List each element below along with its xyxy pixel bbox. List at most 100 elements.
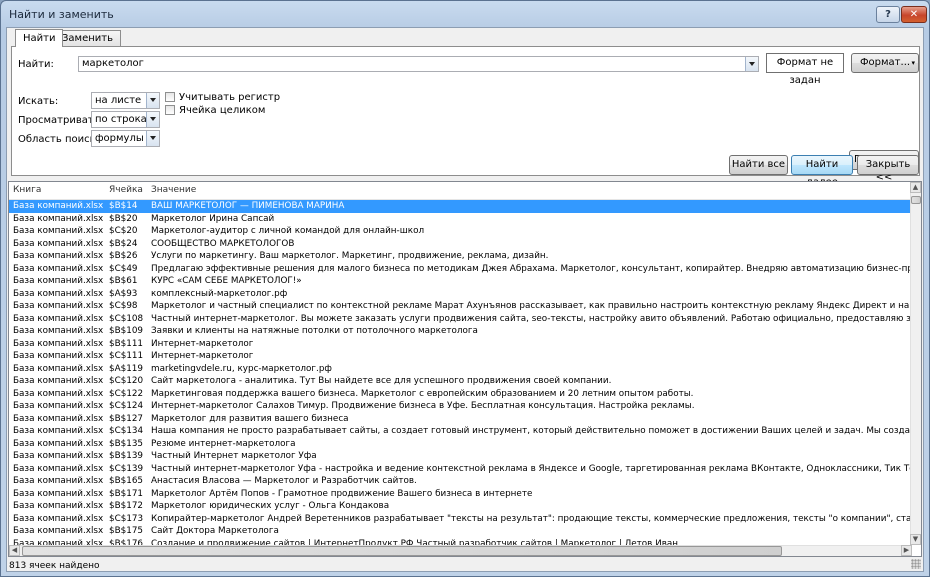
results-rows: База компаний.xlsx $B$14 ВАШ МАРКЕТОЛОГ — … bbox=[9, 200, 912, 545]
table-row[interactable]: База компаний.xlsx $C$173 Копирайтер-марке… bbox=[9, 513, 912, 526]
table-row[interactable]: База компаний.xlsx $B$172 Маркетолог юриди… bbox=[9, 500, 912, 513]
table-row[interactable]: База компаний.xlsx $C$124 Интернет-маркето… bbox=[9, 400, 912, 413]
format-button[interactable]: Формат... ▾ bbox=[851, 53, 919, 73]
chevron-down-icon[interactable] bbox=[146, 93, 159, 108]
row-book: База компаний.xlsx bbox=[13, 538, 104, 546]
row-value: Сайт Доктора Маркетолога bbox=[151, 526, 279, 536]
status-text: 813 ячеек найдено bbox=[9, 561, 100, 571]
row-book: База компаний.xlsx bbox=[13, 426, 104, 436]
row-book: База компаний.xlsx bbox=[13, 213, 104, 224]
row-book: База компаний.xlsx bbox=[13, 363, 104, 374]
row-value: Частный интернет-маркетолог Уфа - настро… bbox=[151, 463, 912, 474]
look-in-value: формулы bbox=[95, 133, 144, 144]
resize-grip-icon[interactable] bbox=[911, 559, 921, 569]
table-row[interactable]: База компаний.xlsx $C$120 Сайт маркетолога… bbox=[9, 375, 912, 388]
row-book: База компаний.xlsx bbox=[13, 276, 104, 286]
row-value: Заявки и клиенты на натяжные потолки от … bbox=[151, 326, 478, 336]
find-what-value: маркетолог bbox=[82, 58, 144, 69]
close-button[interactable]: Закрыть bbox=[857, 155, 919, 175]
table-row[interactable]: База компаний.xlsx $C$98 Маркетолог и част… bbox=[9, 300, 912, 313]
row-book: База компаний.xlsx bbox=[13, 488, 104, 499]
row-value: Услуги по маркетингу. Ваш маркетолог. Ма… bbox=[151, 251, 549, 261]
row-cell: $B$111 bbox=[109, 338, 144, 349]
row-book: База компаний.xlsx bbox=[13, 238, 104, 249]
row-value: Маркетолог-аудитор с личной командой для… bbox=[151, 226, 425, 236]
row-value: Частный интернет-маркетолог. Вы можете з… bbox=[151, 313, 912, 324]
column-header-value[interactable]: Значение bbox=[151, 185, 196, 195]
table-row[interactable]: База компаний.xlsx $B$127 Маркетолог для р… bbox=[9, 413, 912, 426]
results-list[interactable]: Книга Ячейка Значение База компаний.xlsx… bbox=[8, 181, 922, 557]
column-header-cell[interactable]: Ячейка bbox=[109, 185, 143, 195]
row-book: База компаний.xlsx bbox=[13, 301, 104, 311]
vertical-scrollbar[interactable]: ▲ ▼ bbox=[910, 182, 921, 545]
row-cell: $A$93 bbox=[109, 288, 138, 299]
find-what-combobox[interactable]: маркетолог bbox=[78, 56, 759, 72]
search-select[interactable]: по строкам bbox=[91, 111, 160, 128]
entire-cell-checkbox[interactable] bbox=[165, 105, 175, 115]
match-case-label: Учитывать регистр bbox=[179, 92, 281, 103]
table-row[interactable]: База компаний.xlsx $B$176 Создание и продв… bbox=[9, 538, 912, 546]
table-row[interactable]: База компаний.xlsx $B$26 Услуги по маркети… bbox=[9, 250, 912, 263]
scroll-right-icon[interactable]: ▶ bbox=[901, 545, 912, 556]
row-value: Маркетолог и частный специалист по конте… bbox=[151, 301, 912, 311]
row-value: Наша компания не просто разрабатывает са… bbox=[151, 426, 912, 436]
find-next-button[interactable]: Найти далее bbox=[791, 155, 853, 188]
table-row[interactable]: База компаний.xlsx $A$119 marketingvdele.r… bbox=[9, 363, 912, 376]
row-book: База компаний.xlsx bbox=[13, 413, 104, 424]
table-row[interactable]: База компаний.xlsx $C$49 Предлагаю эффекти… bbox=[9, 263, 912, 276]
table-row[interactable]: База компаний.xlsx $B$165 Анастасия Власов… bbox=[9, 475, 912, 488]
find-all-button[interactable]: Найти все bbox=[729, 155, 788, 175]
title-bar[interactable]: Найти и заменить ? ✕ bbox=[1, 1, 929, 27]
row-cell: $B$14 bbox=[109, 201, 138, 211]
row-cell: $B$109 bbox=[109, 326, 144, 336]
table-row[interactable]: База компаний.xlsx $C$108 Частный интернет… bbox=[9, 313, 912, 326]
table-row[interactable]: База компаний.xlsx $B$139 Частный Интернет… bbox=[9, 450, 912, 463]
row-book: База компаний.xlsx bbox=[13, 263, 104, 274]
scroll-left-icon[interactable]: ◀ bbox=[9, 545, 20, 556]
horizontal-scroll-thumb[interactable] bbox=[22, 546, 782, 556]
row-cell: $B$61 bbox=[109, 276, 138, 286]
format-preview: Формат не задан bbox=[766, 53, 844, 86]
row-cell: $C$134 bbox=[109, 426, 144, 436]
dialog-body: Найти Заменить Найти: маркетолог Формат … bbox=[6, 27, 924, 572]
window-title: Найти и заменить bbox=[9, 8, 114, 21]
table-row[interactable]: База компаний.xlsx $A$93 комплексный-марке… bbox=[9, 288, 912, 301]
row-book: База компаний.xlsx bbox=[13, 226, 104, 236]
table-row[interactable]: База компаний.xlsx $B$61 КУРС «САМ СЕБЕ МА… bbox=[9, 275, 912, 288]
row-book: База компаний.xlsx bbox=[13, 513, 104, 524]
tab-find[interactable]: Найти bbox=[15, 29, 64, 47]
table-row[interactable]: База компаний.xlsx $C$122 Маркетинговая по… bbox=[9, 388, 912, 401]
horizontal-scrollbar[interactable]: ◀ ▶ bbox=[9, 545, 912, 556]
row-value: Маркетолог юридических услуг - Ольга Кон… bbox=[151, 501, 390, 511]
scroll-up-icon[interactable]: ▲ bbox=[910, 182, 921, 193]
row-cell: $C$111 bbox=[109, 351, 144, 361]
scroll-down-icon[interactable]: ▼ bbox=[910, 534, 921, 545]
table-row[interactable]: База компаний.xlsx $B$24 СООБЩЕСТВО МАРКЕТ… bbox=[9, 238, 912, 251]
table-row[interactable]: База компаний.xlsx $C$134 Наша компания не… bbox=[9, 425, 912, 438]
row-cell: $B$127 bbox=[109, 413, 144, 424]
table-row[interactable]: База компаний.xlsx $B$111 Интернет-маркето… bbox=[9, 338, 912, 351]
vertical-scroll-thumb[interactable] bbox=[911, 196, 921, 204]
table-row[interactable]: База компаний.xlsx $C$111 Интернет-маркето… bbox=[9, 350, 912, 363]
chevron-down-icon[interactable] bbox=[146, 131, 159, 146]
within-select[interactable]: на листе bbox=[91, 92, 160, 109]
table-row[interactable]: База компаний.xlsx $B$20 Маркетолог Ирина … bbox=[9, 213, 912, 226]
match-case-checkbox[interactable] bbox=[165, 92, 175, 102]
look-in-select[interactable]: формулы bbox=[91, 130, 160, 147]
row-cell: $C$124 bbox=[109, 401, 144, 411]
table-row[interactable]: База компаний.xlsx $C$20 Маркетолог-аудито… bbox=[9, 225, 912, 238]
chevron-down-icon[interactable] bbox=[745, 57, 758, 71]
table-row[interactable]: База компаний.xlsx $C$139 Частный интернет… bbox=[9, 463, 912, 476]
column-header-book[interactable]: Книга bbox=[13, 185, 41, 195]
chevron-down-icon[interactable] bbox=[146, 112, 159, 127]
close-window-button[interactable]: ✕ bbox=[901, 6, 927, 23]
find-replace-dialog: Найти и заменить ? ✕ Найти Заменить Найт… bbox=[0, 0, 930, 577]
tab-replace[interactable]: Заменить bbox=[54, 30, 121, 47]
row-value: Интернет-маркетолог bbox=[151, 338, 254, 349]
help-button[interactable]: ? bbox=[876, 6, 900, 23]
table-row[interactable]: База компаний.xlsx $B$14 ВАШ МАРКЕТОЛОГ — … bbox=[9, 200, 912, 213]
table-row[interactable]: База компаний.xlsx $B$171 Маркетолог Артём… bbox=[9, 488, 912, 501]
table-row[interactable]: База компаний.xlsx $B$135 Резюме интернет-… bbox=[9, 438, 912, 451]
table-row[interactable]: База компаний.xlsx $B$109 Заявки и клиенты… bbox=[9, 325, 912, 338]
table-row[interactable]: База компаний.xlsx $B$175 Сайт Доктора Мар… bbox=[9, 525, 912, 538]
